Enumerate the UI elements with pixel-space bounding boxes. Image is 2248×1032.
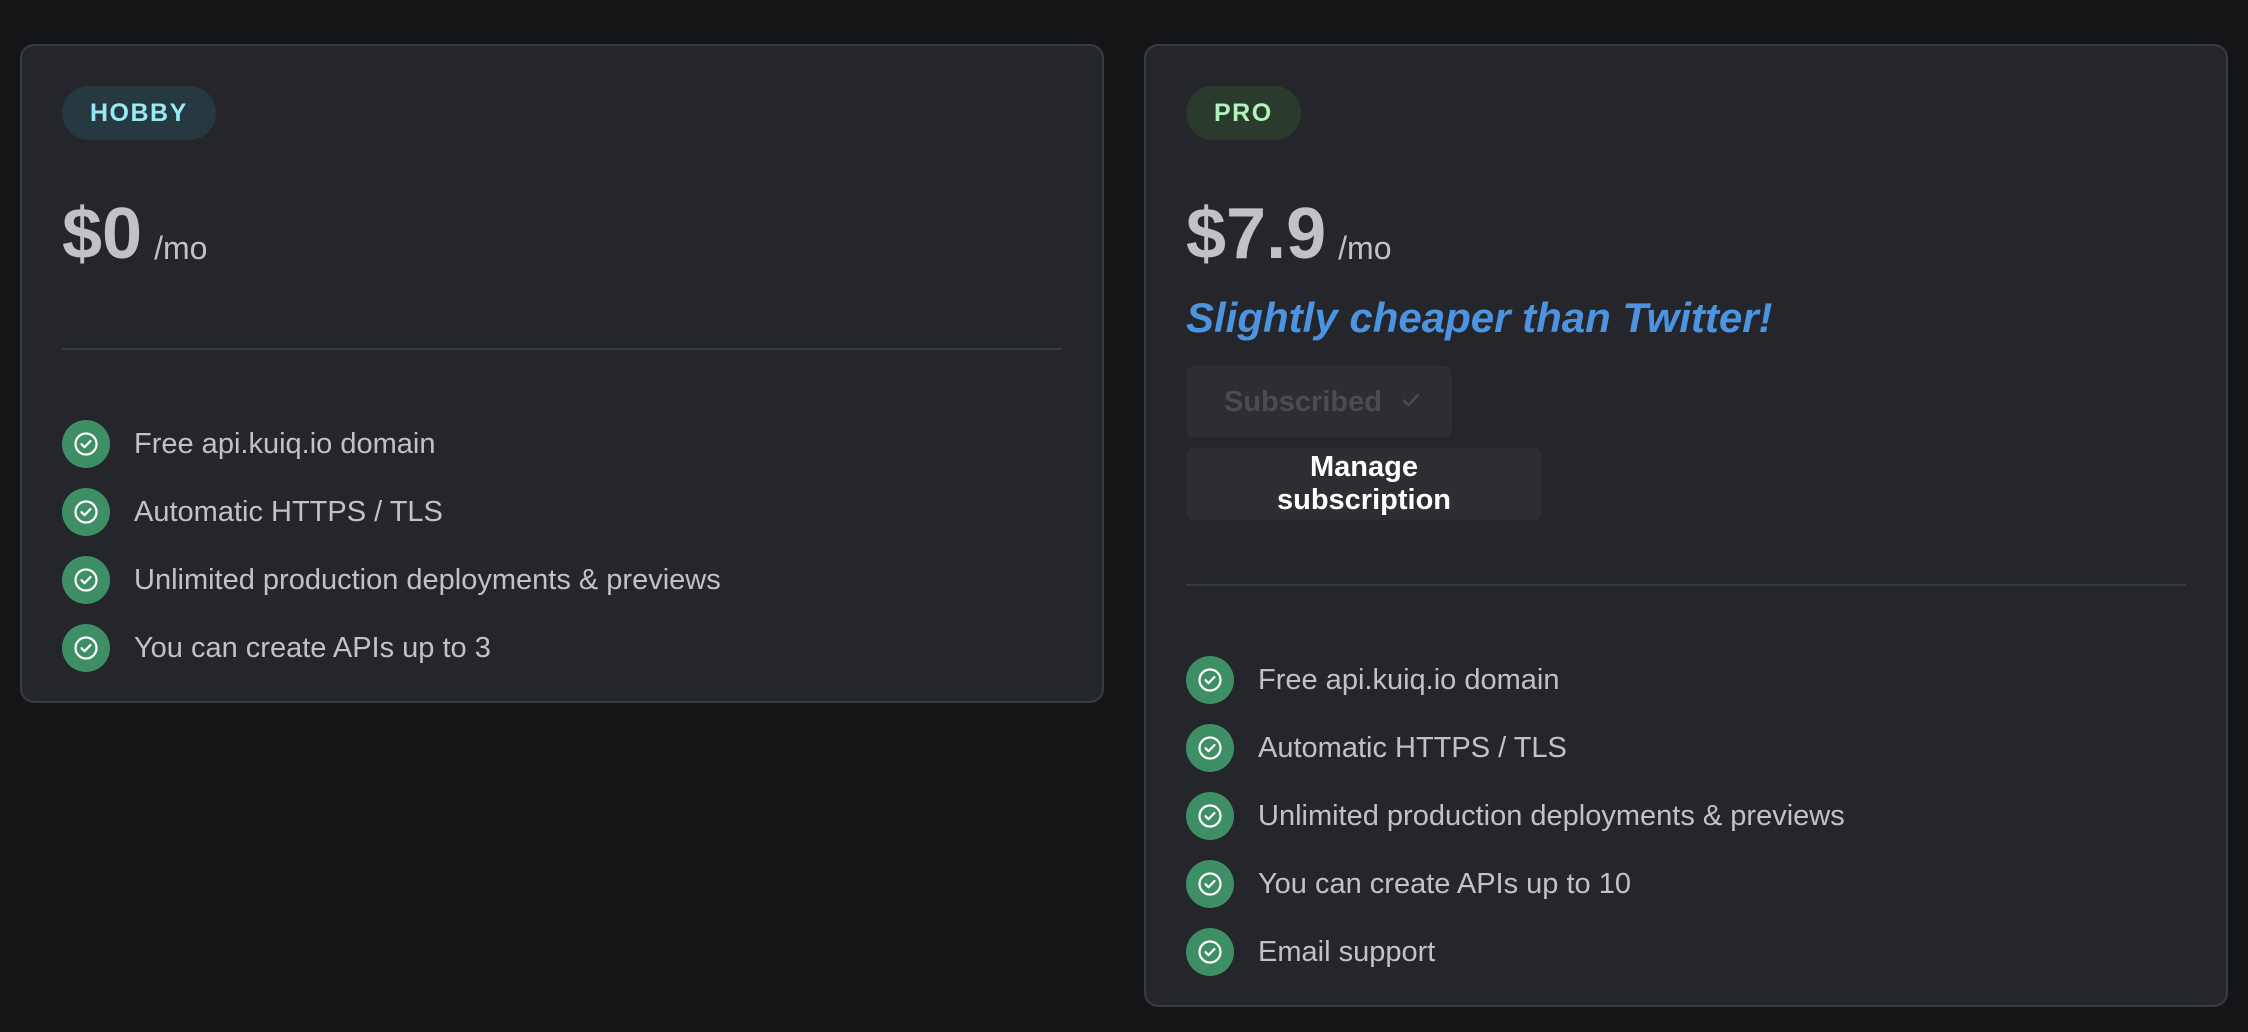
feature-text: You can create APIs up to 10: [1258, 867, 1631, 900]
feature-text: Unlimited production deployments & previ…: [134, 563, 721, 596]
feature-list: Free api.kuiq.io domain Automatic HTTPS …: [1186, 646, 2186, 986]
check-icon: [1400, 387, 1422, 418]
manage-subscription-button[interactable]: Manage subscription: [1186, 448, 1542, 520]
feature-item: Automatic HTTPS / TLS: [1186, 714, 2186, 782]
feature-text: Free api.kuiq.io domain: [134, 427, 436, 460]
feature-item: Free api.kuiq.io domain: [62, 410, 1062, 478]
feature-item: Free api.kuiq.io domain: [1186, 646, 2186, 714]
check-circle-icon: [62, 556, 110, 604]
price-period: /mo: [1338, 230, 1392, 266]
check-circle-icon: [1186, 724, 1234, 772]
price-row: $0 /mo: [62, 190, 1062, 270]
plan-card-hobby: HOBBY $0 /mo Free api.kuiq.io domain Aut…: [20, 44, 1104, 703]
feature-text: You can create APIs up to 3: [134, 631, 491, 664]
feature-item: Unlimited production deployments & previ…: [62, 546, 1062, 614]
plan-badge-hobby: HOBBY: [62, 86, 216, 140]
check-circle-icon: [62, 488, 110, 536]
check-circle-icon: [1186, 860, 1234, 908]
check-circle-icon: [1186, 656, 1234, 704]
feature-text: Unlimited production deployments & previ…: [1258, 799, 1845, 832]
feature-text: Free api.kuiq.io domain: [1258, 663, 1560, 696]
feature-item: Email support: [1186, 918, 2186, 986]
feature-item: You can create APIs up to 3: [62, 614, 1062, 682]
plan-price: $0: [62, 194, 143, 274]
plan-price: $7.9: [1186, 194, 1327, 274]
pricing-page: HOBBY $0 /mo Free api.kuiq.io domain Aut…: [0, 0, 2248, 1032]
check-circle-icon: [1186, 928, 1234, 976]
plan-card-pro: PRO $7.9 /mo Slightly cheaper than Twitt…: [1144, 44, 2228, 1007]
feature-item: You can create APIs up to 10: [1186, 850, 2186, 918]
feature-text: Automatic HTTPS / TLS: [1258, 731, 1567, 764]
check-circle-icon: [62, 624, 110, 672]
check-circle-icon: [62, 420, 110, 468]
subscribed-button[interactable]: Subscribed: [1186, 366, 1452, 438]
subscribed-label: Subscribed: [1224, 385, 1382, 418]
feature-list: Free api.kuiq.io domain Automatic HTTPS …: [62, 410, 1062, 682]
feature-item: Unlimited production deployments & previ…: [1186, 782, 2186, 850]
feature-text: Email support: [1258, 935, 1436, 968]
divider: [62, 348, 1062, 350]
divider: [1186, 584, 2186, 586]
plan-tagline: Slightly cheaper than Twitter!: [1186, 294, 1773, 341]
check-circle-icon: [1186, 792, 1234, 840]
price-period: /mo: [154, 230, 208, 266]
price-row: $7.9 /mo: [1186, 190, 2186, 270]
feature-item: Automatic HTTPS / TLS: [62, 478, 1062, 546]
plan-badge-pro: PRO: [1186, 86, 1301, 140]
feature-text: Automatic HTTPS / TLS: [134, 495, 443, 528]
